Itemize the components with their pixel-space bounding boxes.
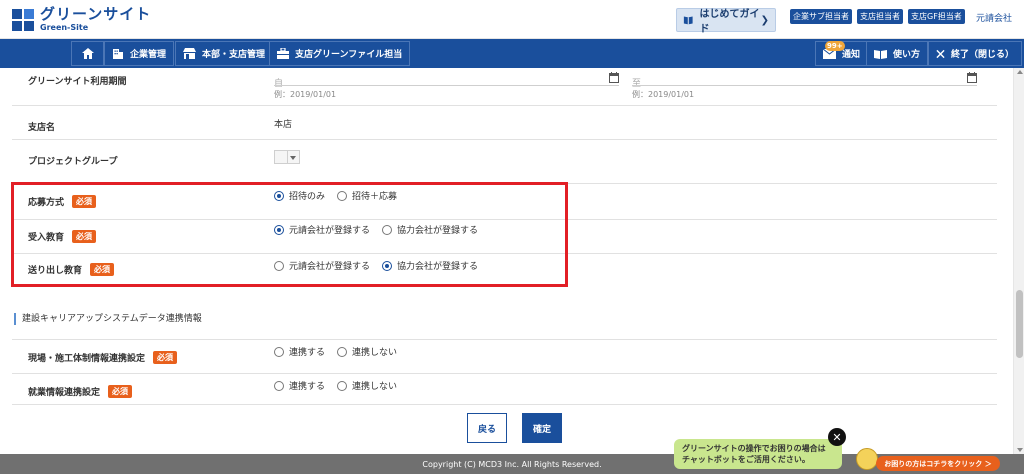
logo-subtext: Green-Site xyxy=(40,23,89,32)
company-name: 元請会社 xyxy=(975,14,1012,24)
form-row-period: グリーンサイト利用期間 自 例：2019/01/01 至 例：2019/01/0… xyxy=(12,68,997,106)
ccus-bottom-divider xyxy=(12,404,997,405)
site-link-option-no[interactable]: 連携しない xyxy=(337,345,397,358)
chevron-right-icon: ❯ xyxy=(760,14,769,26)
chatbot-close-button[interactable]: ✕ xyxy=(828,428,846,446)
required-badge: 必須 xyxy=(153,351,178,364)
project-group-select[interactable] xyxy=(274,150,300,164)
close-icon xyxy=(936,49,945,58)
form-row-employment-link: 就業情報連携設定 必須 連携する 連携しない xyxy=(12,374,997,404)
radio-empty-icon xyxy=(337,346,348,357)
radio-label: 連携する xyxy=(289,348,326,358)
site-link-label: 現場・施工体制情報連携設定 xyxy=(28,354,146,364)
nav-branch-greenfile[interactable]: 支店グリーンファイル担当 xyxy=(269,41,411,66)
nav-label: 終了（閉じる） xyxy=(950,50,1014,60)
chevron-down-icon xyxy=(290,156,296,160)
employment-link-label-wrap: 就業情報連携設定 必須 xyxy=(28,385,133,398)
back-button[interactable]: 戻る xyxy=(467,413,507,443)
scrollbar-thumb[interactable] xyxy=(1016,290,1023,358)
form-row-project-group: プロジェクトグループ xyxy=(12,140,997,184)
beginner-guide-button[interactable]: はじめてガイド ❯ xyxy=(676,8,776,35)
radio-empty-icon xyxy=(274,380,284,391)
scroll-up-icon[interactable] xyxy=(1017,70,1023,74)
employment-link-option-yes[interactable]: 連携する xyxy=(274,379,325,392)
chatbot-mascot-icon[interactable] xyxy=(856,448,878,470)
form-row-site-link: 現場・施工体制情報連携設定 必須 連携する 連携しない xyxy=(12,340,997,374)
site-link-option-yes[interactable]: 連携する xyxy=(274,345,325,358)
radio-label: 連携しない xyxy=(352,382,398,392)
role-badge: 支店GF担当者 xyxy=(908,9,965,24)
copyright-text: Copyright (C) MCD3 Inc. All Rights Reser… xyxy=(422,459,602,469)
nav-notifications[interactable]: 99+ 通知 xyxy=(815,41,869,66)
required-badge: 必須 xyxy=(108,385,133,398)
briefcase-icon xyxy=(277,48,289,59)
branch-value: 本店 xyxy=(274,120,293,130)
calendar-icon[interactable] xyxy=(967,72,977,83)
nav-branch-management[interactable]: 本部・支店管理 xyxy=(175,41,274,66)
radio-empty-icon xyxy=(337,380,348,391)
open-book-icon xyxy=(874,49,887,59)
radio-label: 連携しない xyxy=(352,348,398,358)
employment-link-option-no[interactable]: 連携しない xyxy=(337,379,397,392)
guide-button-label: はじめてガイド xyxy=(699,9,760,35)
nav-label: 支店グリーンファイル担当 xyxy=(295,50,403,60)
period-to-field[interactable]: 至 例：2019/01/01 xyxy=(632,71,977,99)
building-icon xyxy=(113,49,123,59)
top-header: グリーンサイト Green-Site はじめてガイド ❯ 企業サブ担当者 支店担… xyxy=(0,0,1024,39)
radio-label: 連携する xyxy=(289,382,326,392)
book-icon xyxy=(683,16,693,25)
chatbot-help-link[interactable]: お困りの方はコチラをクリック ＞ xyxy=(876,456,1000,471)
role-badge: 企業サブ担当者 xyxy=(790,9,852,24)
chatbot-bubble[interactable]: グリーンサイトの操作でお困りの場合は チャットボットをご活用ください。 xyxy=(674,439,842,469)
employment-link-label: 就業情報連携設定 xyxy=(28,388,101,398)
highlight-annotation-box xyxy=(11,182,568,287)
nav-exit[interactable]: 終了（閉じる） xyxy=(928,41,1022,66)
role-badges: 企業サブ担当者 支店担当者 支店GF担当者 xyxy=(790,9,965,24)
nav-home[interactable] xyxy=(71,41,104,66)
radio-empty-icon xyxy=(274,346,284,357)
period-from-placeholder: 自 xyxy=(274,79,284,89)
chatbot-message-line2: チャットボットをご活用ください。 xyxy=(682,455,810,464)
scroll-down-icon[interactable] xyxy=(1017,448,1023,452)
ccus-section-title: 建設キャリアアップシステムデータ連携情報 xyxy=(14,313,202,325)
form-actions: 戻る 確定 xyxy=(467,413,562,443)
nav-label: 本部・支店管理 xyxy=(202,50,266,60)
period-to-example: 例：2019/01/01 xyxy=(632,90,695,99)
nav-label: 使い方 xyxy=(893,50,921,60)
nav-how-to-use[interactable]: 使い方 xyxy=(866,41,929,66)
employment-link-radio-group: 連携する 連携しない xyxy=(274,379,409,392)
page-scrollbar[interactable] xyxy=(1013,68,1024,454)
period-to-placeholder: 至 xyxy=(632,79,642,89)
branch-label: 支店名 xyxy=(28,123,56,133)
period-label: グリーンサイト利用期間 xyxy=(28,77,127,87)
store-icon xyxy=(183,48,196,59)
site-link-radio-group: 連携する 連携しない xyxy=(274,345,409,358)
main-nav: 企業管理 本部・支店管理 支店グリーンファイル担当 99+ 通知 使い方 終了（… xyxy=(0,39,1024,68)
logo-text: グリーンサイト xyxy=(40,5,152,23)
calendar-icon[interactable] xyxy=(609,72,619,83)
nav-company-management[interactable]: 企業管理 xyxy=(104,41,175,66)
logo-mark-icon xyxy=(12,8,34,31)
project-group-label: プロジェクトグループ xyxy=(28,157,118,167)
nav-label: 企業管理 xyxy=(130,50,167,60)
site-link-label-wrap: 現場・施工体制情報連携設定 必須 xyxy=(28,351,178,364)
chatbot-message-line1: グリーンサイトの操作でお困りの場合は xyxy=(682,444,826,453)
green-site-logo[interactable]: グリーンサイト Green-Site xyxy=(12,7,151,32)
home-icon xyxy=(81,48,94,59)
confirm-button[interactable]: 確定 xyxy=(522,413,562,443)
form-row-branch: 支店名 本店 xyxy=(12,106,997,140)
period-from-example: 例：2019/01/01 xyxy=(274,90,337,99)
nav-label: 通知 xyxy=(842,50,861,60)
period-from-field[interactable]: 自 例：2019/01/01 xyxy=(274,71,619,99)
role-badge: 支店担当者 xyxy=(857,9,903,24)
notification-count-badge: 99+ xyxy=(825,41,845,51)
